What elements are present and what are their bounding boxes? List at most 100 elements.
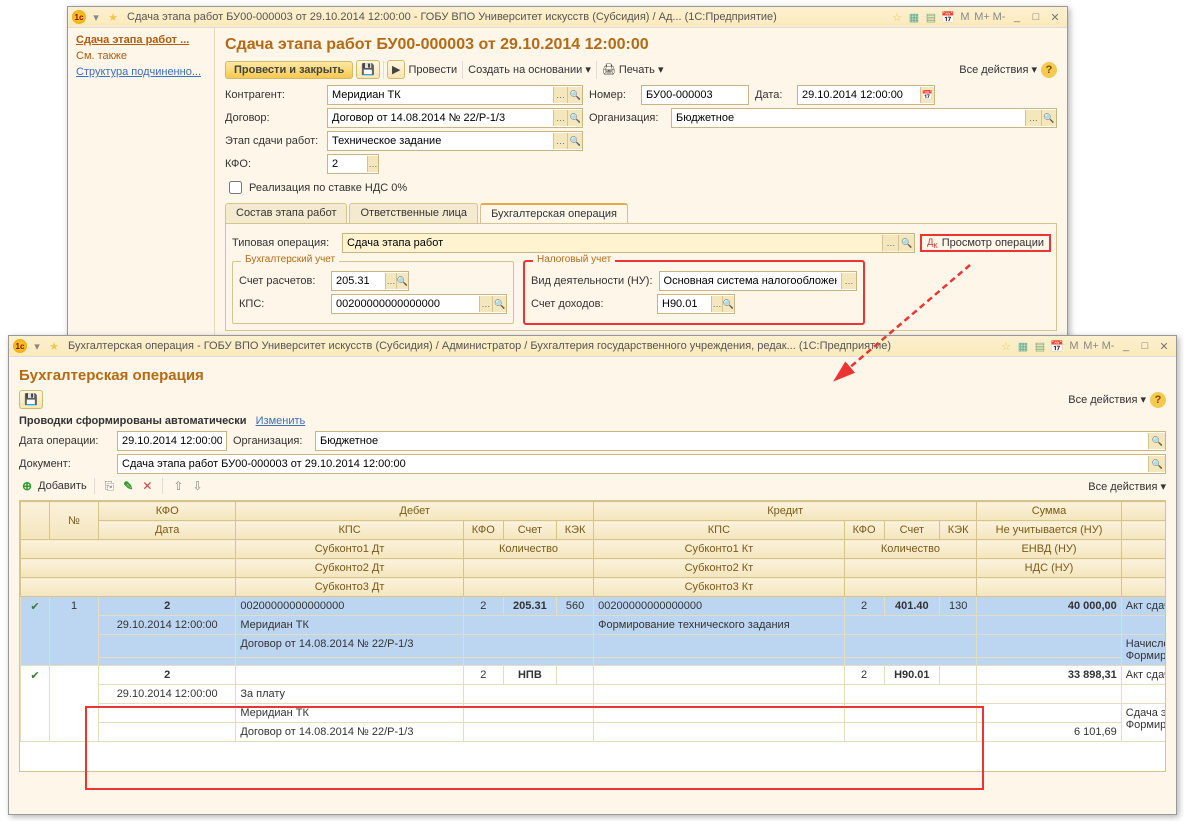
search-icon[interactable]: 🔍: [567, 110, 582, 126]
col-neuc[interactable]: Не учитывается (НУ): [977, 521, 1122, 540]
income-acct-input[interactable]: …🔍: [657, 294, 735, 314]
nav-current[interactable]: Сдача этапа работ ...: [76, 34, 206, 46]
edit-icon[interactable]: ✎: [120, 479, 136, 493]
col-k-acct[interactable]: Счет: [884, 521, 940, 540]
col-d-kek[interactable]: КЭК: [557, 521, 594, 540]
search-icon[interactable]: 🔍: [396, 273, 408, 289]
dropdown-icon[interactable]: ▾: [30, 339, 44, 353]
close-button[interactable]: ✕: [1156, 340, 1172, 353]
fav-icon[interactable]: ☆: [890, 10, 904, 24]
fav-icon[interactable]: ☆: [999, 339, 1013, 353]
move-up-icon[interactable]: ⇧: [170, 479, 186, 493]
search-icon[interactable]: 🔍: [567, 133, 582, 149]
print-button[interactable]: 🖨 Печать ▾: [602, 63, 664, 76]
ellipsis-icon[interactable]: …: [385, 273, 396, 289]
kps-input[interactable]: …🔍: [331, 294, 507, 314]
ellipsis-icon[interactable]: …: [711, 296, 722, 312]
ellipsis-icon[interactable]: …: [553, 133, 568, 149]
col-sub1d[interactable]: Субконто1 Дт: [236, 540, 464, 559]
mplus-icon[interactable]: M+: [1084, 339, 1098, 353]
table-row[interactable]: ✔ 2 2НПВ 2Н90.01 33 898,31 Акт сдачи-при…: [21, 666, 1167, 685]
ellipsis-icon[interactable]: …: [367, 156, 378, 172]
org-input-2[interactable]: 🔍: [315, 431, 1166, 451]
col-sub2d[interactable]: Субконто2 Дт: [236, 559, 464, 578]
save-icon[interactable]: 💾: [356, 60, 380, 79]
col-k-kfo[interactable]: КФО: [844, 521, 884, 540]
contragent-input[interactable]: …🔍: [327, 85, 583, 105]
date-input[interactable]: 📅: [797, 85, 935, 105]
post-and-close-button[interactable]: Провести и закрыть: [225, 61, 353, 79]
col-qty-k[interactable]: Количество: [844, 540, 977, 559]
change-link[interactable]: Изменить: [256, 415, 306, 427]
create-based-on-button[interactable]: Создать на основании ▾: [468, 63, 591, 76]
ellipsis-icon[interactable]: …: [882, 235, 898, 251]
table-row[interactable]: Договор от 14.08.2014 № 22/Р-1/3 6 101,6…: [21, 723, 1167, 742]
grid-icon[interactable]: ▦: [1016, 339, 1030, 353]
col-prim[interactable]: Первичный документ: [1121, 502, 1166, 521]
tab-stage-contents[interactable]: Состав этапа работ: [225, 203, 347, 223]
calendar-btn-icon[interactable]: 📅: [920, 87, 934, 103]
col-summa[interactable]: Сумма: [977, 502, 1122, 521]
m-icon[interactable]: M: [958, 10, 972, 24]
calendar-icon[interactable]: 📅: [941, 10, 955, 24]
col-kfo[interactable]: КФО: [99, 502, 236, 521]
activity-input[interactable]: …: [659, 271, 857, 291]
table-row[interactable]: Меридиан ТК Сдача этапа выполненных рабо…: [21, 704, 1167, 723]
calc-icon[interactable]: ▤: [1033, 339, 1047, 353]
ellipsis-icon[interactable]: …: [1025, 110, 1040, 126]
tab-accounting[interactable]: Бухгалтерская операция: [480, 203, 628, 223]
table-row[interactable]: [21, 657, 1167, 665]
col-k-kek[interactable]: КЭК: [940, 521, 977, 540]
calc-icon[interactable]: ▤: [924, 10, 938, 24]
table-row[interactable]: Договор от 14.08.2014 № 22/Р-1/3 Начисле…: [21, 635, 1167, 658]
search-icon[interactable]: 🔍: [898, 235, 914, 251]
calendar-icon[interactable]: 📅: [1050, 339, 1064, 353]
all-actions-button-2[interactable]: Все действия ▾: [1068, 393, 1146, 406]
col-ddate[interactable]: Дата документа: [1121, 521, 1166, 540]
ellipsis-icon[interactable]: …: [553, 87, 568, 103]
view-operation-button[interactable]: ДК Просмотр операции: [921, 235, 1050, 252]
maximize-button[interactable]: □: [1137, 340, 1153, 353]
ellipsis-icon[interactable]: …: [841, 273, 856, 289]
col-k-kps[interactable]: КПС: [594, 521, 844, 540]
col-date[interactable]: Дата: [99, 521, 236, 540]
search-icon[interactable]: 🔍: [1041, 110, 1056, 126]
star-icon[interactable]: ★: [106, 10, 120, 24]
all-actions-button-3[interactable]: Все действия ▾: [1088, 480, 1166, 493]
doc-input[interactable]: 🔍: [117, 454, 1166, 474]
col-n[interactable]: №: [50, 502, 99, 540]
nav-structure-link[interactable]: Структура подчиненно...: [76, 66, 206, 78]
col-d-acct[interactable]: Счет: [503, 521, 556, 540]
col-cont[interactable]: Содержание операции: [1121, 540, 1166, 559]
org-input[interactable]: …🔍: [671, 108, 1057, 128]
close-button[interactable]: ✕: [1047, 11, 1063, 24]
table-row[interactable]: ✔ 1 2 002000000000000002205.31560 002000…: [21, 597, 1167, 616]
help-icon[interactable]: ?: [1150, 392, 1166, 408]
search-icon[interactable]: 🔍: [492, 296, 506, 312]
ellipsis-icon[interactable]: …: [479, 296, 493, 312]
op-date-input[interactable]: [117, 431, 227, 451]
typical-op-input[interactable]: …🔍: [342, 233, 915, 253]
search-icon[interactable]: 🔍: [722, 296, 734, 312]
kfo-input[interactable]: …: [327, 154, 379, 174]
number-input[interactable]: [641, 85, 749, 105]
vat0-checkbox[interactable]: Реализация по ставке НДС 0%: [225, 178, 1057, 197]
col-sub1k[interactable]: Субконто1 Кт: [594, 540, 844, 559]
dropdown-icon[interactable]: ▾: [89, 10, 103, 24]
add-button[interactable]: Добавить: [38, 480, 87, 492]
help-icon[interactable]: ?: [1041, 62, 1057, 78]
postings-table[interactable]: № КФО Дебет Кредит Сумма Первичный докум…: [19, 500, 1166, 772]
col-sub2k[interactable]: Субконто2 Кт: [594, 559, 844, 578]
move-down-icon[interactable]: ⇩: [189, 479, 205, 493]
star-icon[interactable]: ★: [47, 339, 61, 353]
mplus-icon[interactable]: M+: [975, 10, 989, 24]
table-row[interactable]: 29.10.2014 12:00:00 Меридиан ТК Формиров…: [21, 616, 1167, 635]
post-icon[interactable]: ▶: [387, 60, 405, 79]
copy-icon[interactable]: ⎘: [102, 479, 118, 494]
delete-icon[interactable]: ✕: [139, 479, 155, 493]
stage-input[interactable]: …🔍: [327, 131, 583, 151]
calc-acct-input[interactable]: …🔍: [331, 271, 409, 291]
col-qty-d[interactable]: Количество: [463, 540, 593, 559]
save-icon[interactable]: 💾: [19, 390, 43, 409]
maximize-button[interactable]: □: [1028, 11, 1044, 24]
